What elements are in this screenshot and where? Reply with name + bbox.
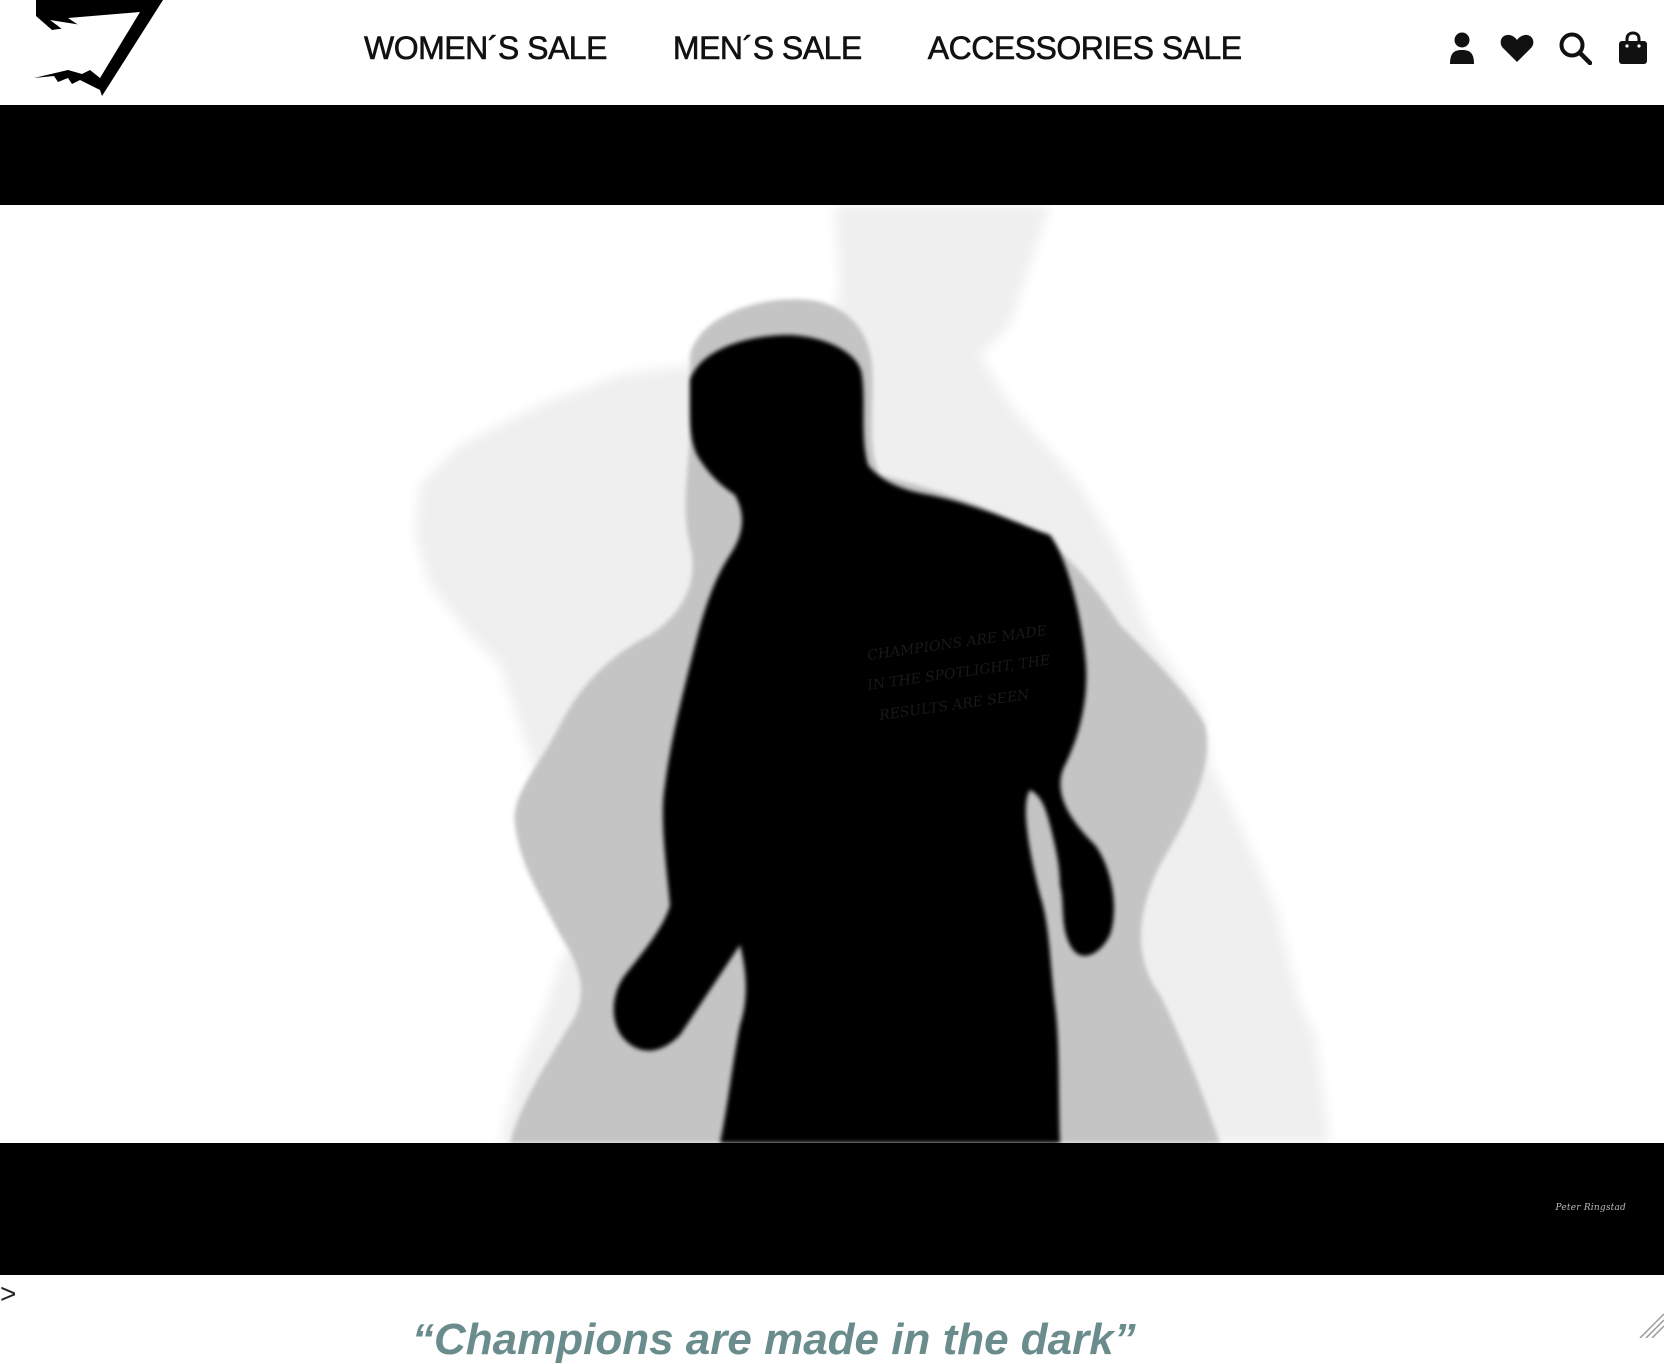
header-actions: [1424, 28, 1650, 68]
hero-video[interactable]: CHAMPIONS ARE MADE IN THE SPOTLIGHT, THE…: [0, 105, 1664, 1275]
gymshark-logo-icon[interactable]: [28, 0, 168, 100]
section-heading: “Champions are made in the dark”: [412, 1318, 1136, 1362]
stray-text: >: [0, 1280, 16, 1308]
account-icon[interactable]: [1448, 31, 1476, 65]
hero-video-frame: CHAMPIONS ARE MADE IN THE SPOTLIGHT, THE…: [0, 205, 1664, 1143]
nav-mens-sale[interactable]: MEN´S SALE: [673, 30, 862, 67]
main-nav: WOMEN´S SALE MEN´S SALE ACCESSORIES SALE: [364, 28, 1242, 68]
nav-accessories-sale[interactable]: ACCESSORIES SALE: [928, 30, 1242, 67]
silhouette-image: CHAMPIONS ARE MADE IN THE SPOTLIGHT, THE…: [0, 205, 1664, 1143]
bag-icon[interactable]: [1616, 31, 1650, 65]
search-icon[interactable]: [1558, 31, 1592, 65]
resize-handle-icon[interactable]: [1634, 1308, 1664, 1338]
hero-signature: Peter Ringstad: [1556, 1203, 1626, 1213]
wishlist-heart-icon[interactable]: [1500, 31, 1534, 65]
nav-womens-sale[interactable]: WOMEN´S SALE: [364, 30, 607, 67]
site-header: WOMEN´S SALE MEN´S SALE ACCESSORIES SALE: [0, 0, 1664, 105]
